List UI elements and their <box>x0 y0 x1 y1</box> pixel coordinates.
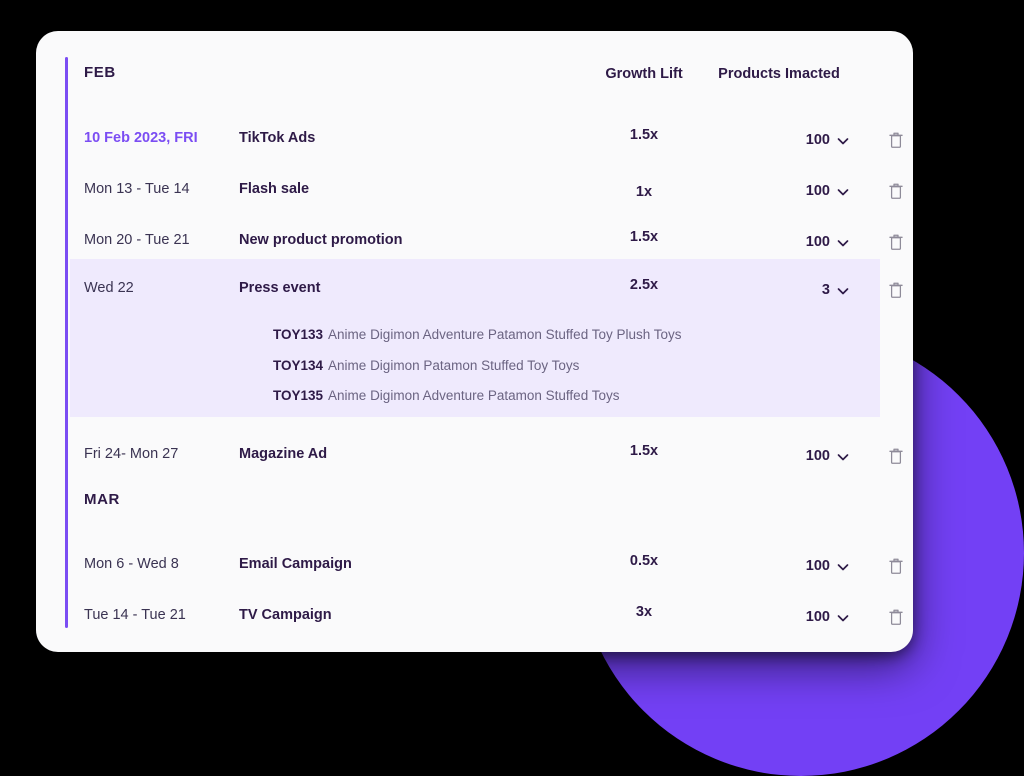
product-title: Anime Digimon Adventure Patamon Stuffed … <box>328 327 682 342</box>
campaign-date: Mon 20 - Tue 21 <box>84 232 190 248</box>
month-group-label: MAR <box>84 491 120 508</box>
campaign-date: Mon 13 - Tue 14 <box>84 181 190 197</box>
campaign-row[interactable]: Fri 24- Mon 27 Magazine Ad 1.5x 100 <box>70 425 903 477</box>
growth-lift-value: 2.5x <box>629 277 659 293</box>
impacted-product-item: TOY135 Anime Digimon Adventure Patamon St… <box>273 388 619 403</box>
product-title: Anime Digimon Patamon Stuffed Toy Toys <box>328 357 580 373</box>
products-impacted-value[interactable]: 100 <box>770 609 830 625</box>
growth-lift-value: 1x <box>635 184 653 200</box>
trash-icon[interactable] <box>888 131 904 149</box>
growth-lift-value: 0.5x <box>629 553 659 569</box>
products-impacted-value[interactable]: 100 <box>770 558 830 574</box>
products-impacted-value[interactable]: 100 <box>770 132 830 148</box>
growth-lift-value: 1.5x <box>629 127 659 143</box>
growth-lift-value: 1.5x <box>629 443 659 459</box>
campaign-name: New product promotion <box>239 232 403 248</box>
product-title: Anime Digimon Adventure Patamon Stuffed … <box>328 388 620 403</box>
campaign-name: TikTok Ads <box>239 130 316 146</box>
product-sku: TOY133 <box>273 327 324 342</box>
campaign-row[interactable]: Wed 22 Press event 2.5x 3 TOY133 Anime Digimo… <box>70 259 903 417</box>
chevron-down-icon[interactable] <box>836 611 850 625</box>
product-sku: TOY135 <box>273 388 324 403</box>
campaign-row[interactable]: Tue 14 - Tue 21 TV Campaign 3x 100 <box>70 586 903 638</box>
campaign-row[interactable]: Mon 13 - Tue 14 Flash sale 1x 100 <box>70 160 903 212</box>
campaign-calendar-card: FEB Growth Lift Products Imacted 10 Feb … <box>36 31 913 652</box>
products-impacted-value[interactable]: 100 <box>770 183 830 199</box>
products-impacted-value[interactable]: 3 <box>770 282 830 298</box>
products-impacted-value[interactable]: 100 <box>770 234 830 250</box>
column-header-products-impacted: Products Imacted <box>718 66 840 82</box>
campaign-name: Flash sale <box>239 181 310 197</box>
chevron-down-icon[interactable] <box>836 185 850 199</box>
campaign-row[interactable]: Mon 20 - Tue 21 New product promotion 1.5x… <box>70 211 903 263</box>
campaign-name: Press event <box>239 280 321 296</box>
trash-icon[interactable] <box>888 182 904 200</box>
chevron-down-icon[interactable] <box>836 236 850 250</box>
trash-icon[interactable] <box>888 608 904 626</box>
chevron-down-icon[interactable] <box>836 284 850 298</box>
campaign-name: Email Campaign <box>239 556 352 572</box>
trash-icon[interactable] <box>888 281 904 299</box>
impacted-product-item: TOY134 Anime Digimon Patamon Stuffed Toy … <box>273 358 579 373</box>
growth-lift-value: 3x <box>635 604 653 620</box>
campaign-date: Tue 14 - Tue 21 <box>84 607 186 623</box>
campaign-name: TV Campaign <box>239 607 332 623</box>
campaign-date: Fri 24- Mon 27 <box>84 446 179 462</box>
campaign-row[interactable]: 10 Feb 2023, FRI TikTok Ads 1.5x 100 <box>70 109 903 161</box>
trash-icon[interactable] <box>888 233 904 251</box>
campaign-date: 10 Feb 2023, FRI <box>84 130 198 146</box>
growth-lift-value: 1.5x <box>629 229 659 245</box>
chevron-down-icon[interactable] <box>836 560 850 574</box>
product-sku: TOY134 <box>273 357 324 373</box>
table-header: FEB Growth Lift Products Imacted <box>36 61 913 95</box>
campaign-name: Magazine Ad <box>239 446 328 462</box>
chevron-down-icon[interactable] <box>836 450 850 464</box>
chevron-down-icon[interactable] <box>836 134 850 148</box>
products-impacted-value[interactable]: 100 <box>770 448 830 464</box>
campaign-row[interactable]: Mon 6 - Wed 8 Email Campaign 0.5x 100 <box>70 535 903 587</box>
trash-icon[interactable] <box>888 447 904 465</box>
impacted-product-item: TOY133 Anime Digimon Adventure Patamon St… <box>273 327 682 342</box>
left-accent-rail <box>65 57 68 628</box>
campaign-date: Mon 6 - Wed 8 <box>84 556 179 572</box>
trash-icon[interactable] <box>888 557 904 575</box>
campaign-date: Wed 22 <box>84 280 134 296</box>
header-month-label: FEB <box>84 64 116 81</box>
